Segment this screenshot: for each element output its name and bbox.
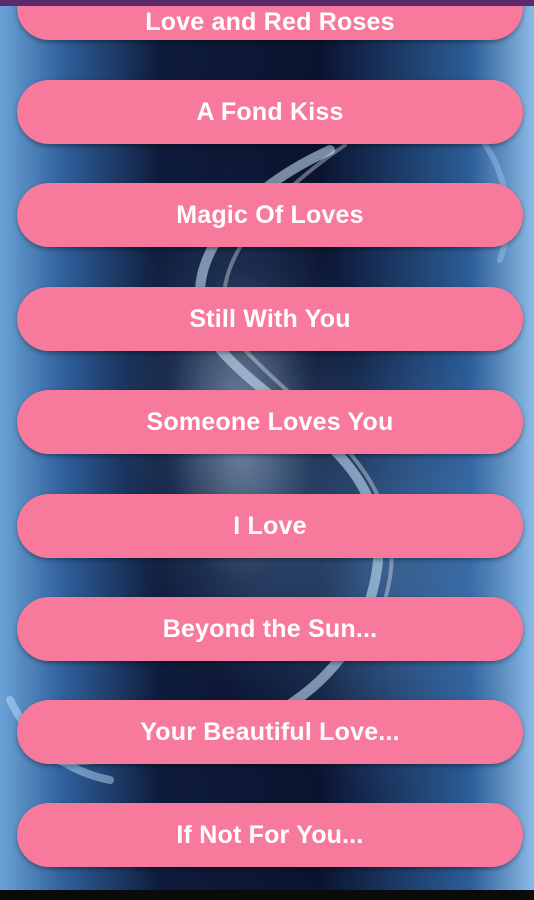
song-button-label: If Not For You... bbox=[176, 820, 364, 849]
song-list: Love and Red Roses A Fond Kiss Magic Of … bbox=[0, 0, 534, 900]
song-button-your-beautiful-love[interactable]: Your Beautiful Love... bbox=[17, 700, 523, 764]
song-button-a-fond-kiss[interactable]: A Fond Kiss bbox=[17, 80, 523, 144]
song-button-love-and-red-roses[interactable]: Love and Red Roses bbox=[17, 0, 523, 40]
song-button-if-not-for-you[interactable]: If Not For You... bbox=[17, 803, 523, 867]
song-button-beyond-the-sun[interactable]: Beyond the Sun... bbox=[17, 597, 523, 661]
song-button-i-love[interactable]: I Love bbox=[17, 494, 523, 558]
song-button-label: Magic Of Loves bbox=[176, 200, 364, 229]
song-button-label: Love and Red Roses bbox=[145, 7, 395, 36]
status-bar bbox=[0, 0, 534, 6]
song-button-label: I Love bbox=[233, 511, 307, 540]
song-button-label: Still With You bbox=[189, 304, 351, 333]
song-button-still-with-you[interactable]: Still With You bbox=[17, 287, 523, 351]
song-button-label: Beyond the Sun... bbox=[162, 614, 378, 643]
song-button-someone-loves-you[interactable]: Someone Loves You bbox=[17, 390, 523, 454]
song-button-magic-of-loves[interactable]: Magic Of Loves bbox=[17, 183, 523, 247]
song-button-label: Your Beautiful Love... bbox=[140, 717, 400, 746]
navigation-bar bbox=[0, 890, 534, 900]
song-button-label: A Fond Kiss bbox=[196, 97, 344, 126]
song-button-label: Someone Loves You bbox=[146, 407, 394, 436]
